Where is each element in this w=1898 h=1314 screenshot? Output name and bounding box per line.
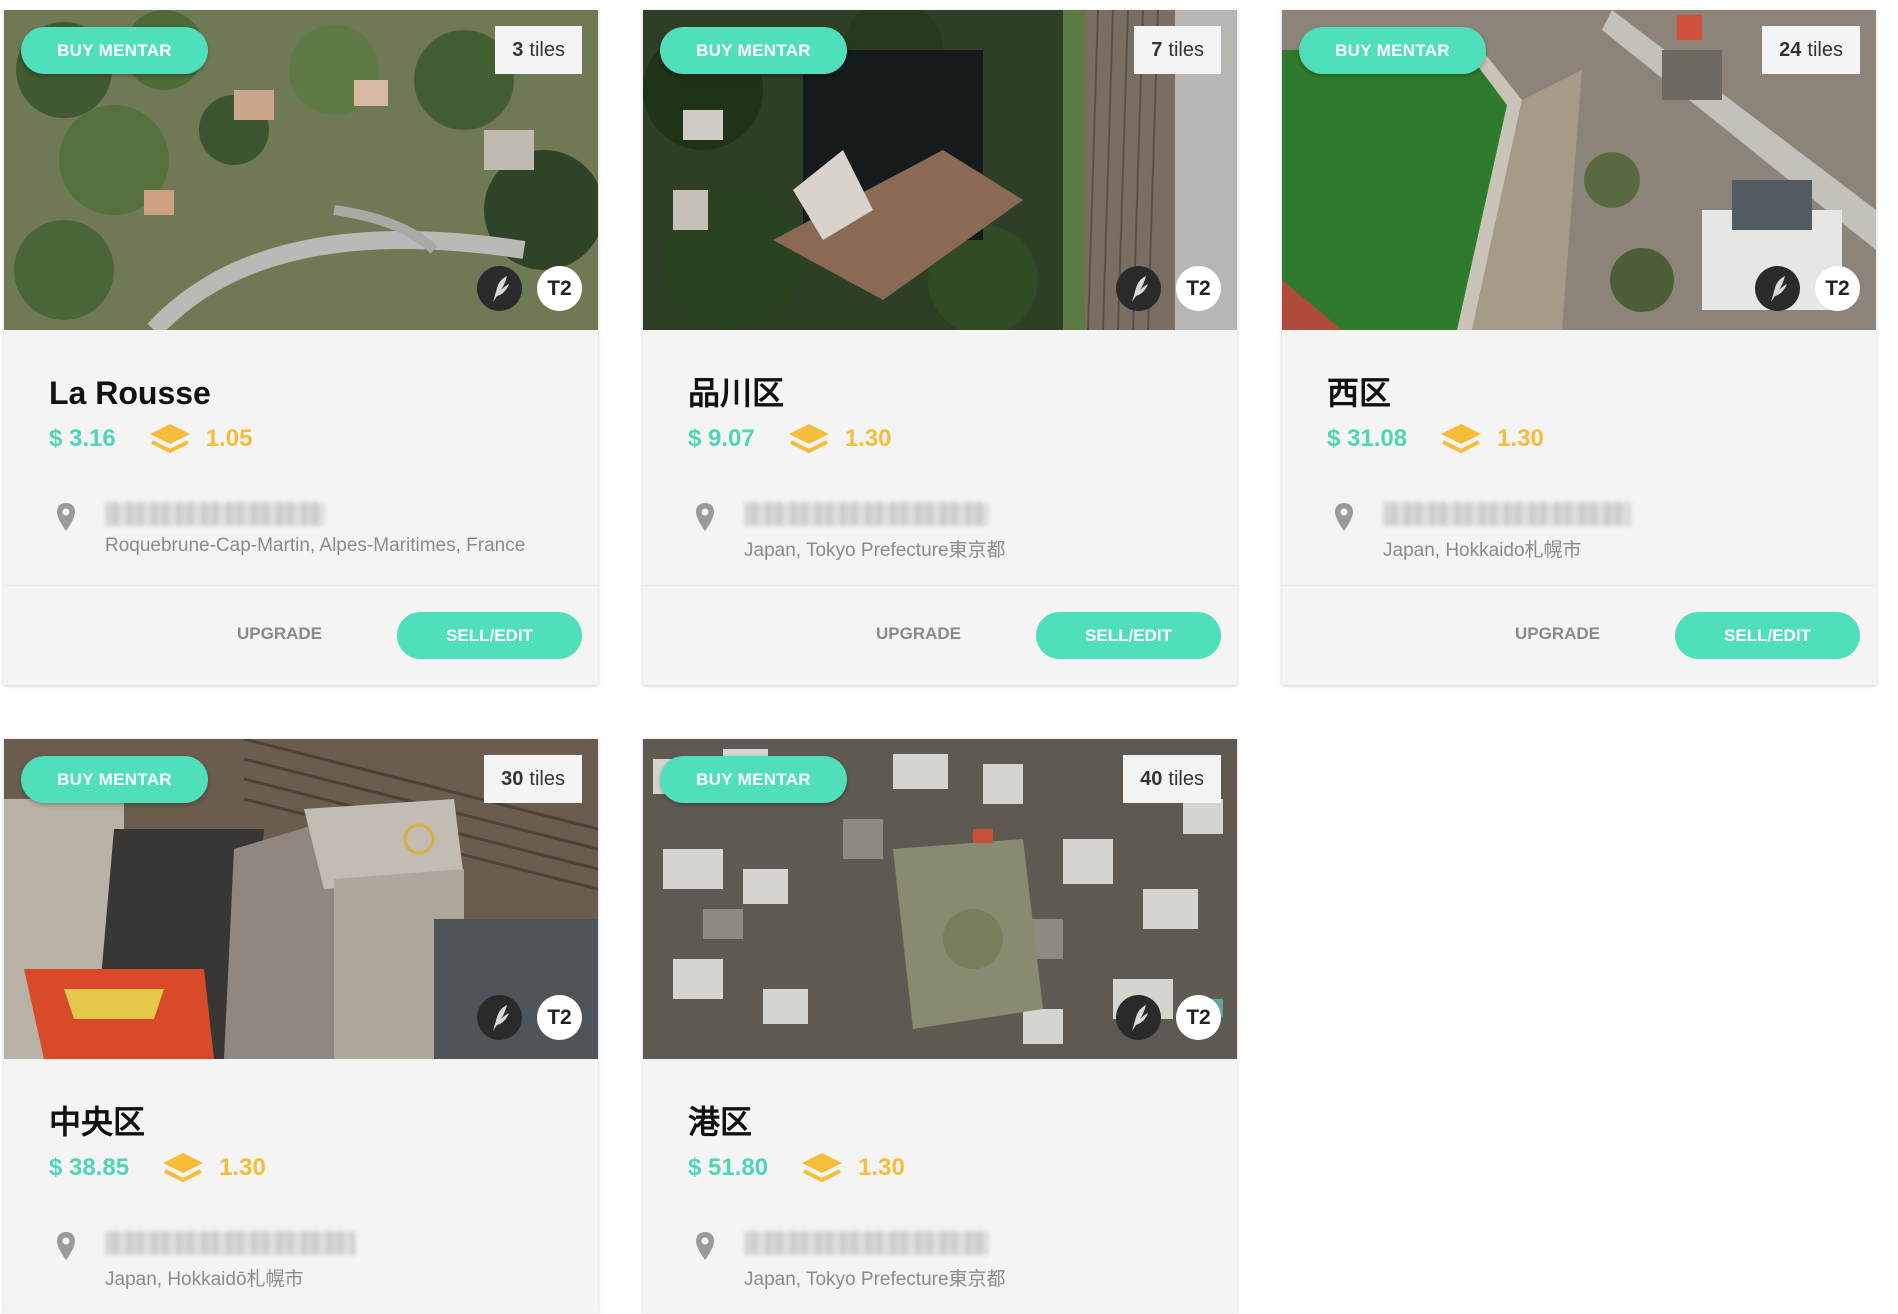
upgrade-button[interactable]: UPGRADE <box>231 623 328 645</box>
property-card[interactable]: BUY MENTAR 7 tiles T2 品川区 $ 9.07 1.30 Jap… <box>643 10 1237 685</box>
tiles-count: 24 <box>1779 38 1802 61</box>
price-value: $ 9.07 <box>688 425 755 452</box>
price-value: $ 31.08 <box>1327 425 1408 452</box>
location: Japan, Hokkaidō札幌市 <box>49 1214 553 1314</box>
redacted-address-line <box>744 502 989 526</box>
layers-icon <box>163 1153 204 1183</box>
sell-edit-button[interactable]: SELL/EDIT <box>1036 612 1221 659</box>
tier-badge: T2 <box>1176 995 1221 1040</box>
property-card[interactable]: BUY MENTAR 24 tiles T2 西区 $ 31.08 1.30 Ja… <box>1282 10 1876 685</box>
tiles-count: 3 <box>512 38 524 61</box>
quill-icon <box>1116 995 1161 1040</box>
tiles-unit: tiles <box>1807 38 1843 61</box>
location: Japan, Tokyo Prefecture東京都 <box>688 485 1192 585</box>
satellite-thumbnail[interactable]: BUY MENTAR 7 tiles T2 <box>643 10 1237 330</box>
property-title: 西区 <box>1327 375 1392 411</box>
property-title: 品川区 <box>688 375 785 411</box>
quill-icon <box>477 266 522 311</box>
address-text: Japan, Hokkaidō札幌市 <box>105 1269 304 1290</box>
price-value: $ 3.16 <box>49 425 116 452</box>
tiles-unit: tiles <box>1168 767 1204 790</box>
tiles-unit: tiles <box>529 38 565 61</box>
multiplier-value: 1.30 <box>858 1154 905 1181</box>
tier-badge: T2 <box>537 266 582 311</box>
tiles-count: 7 <box>1151 38 1163 61</box>
property-title: La Rousse <box>49 375 211 411</box>
sell-edit-button[interactable]: SELL/EDIT <box>397 612 582 659</box>
address-text: Japan, Tokyo Prefecture東京都 <box>744 1269 1006 1290</box>
tier-badge: T2 <box>1176 266 1221 311</box>
layers-icon <box>149 424 190 454</box>
quill-icon <box>477 995 522 1040</box>
price-value: $ 51.80 <box>688 1154 769 1181</box>
tiles-count-badge: 3 tiles <box>495 26 582 74</box>
map-pin-icon <box>1335 503 1353 531</box>
buy-mentar-button[interactable]: BUY MENTAR <box>21 27 208 74</box>
redacted-address-line <box>105 1231 355 1255</box>
multiplier-value: 1.30 <box>1497 425 1544 452</box>
property-card[interactable]: BUY MENTAR 30 tiles T2 中央区 $ 38.85 1.30 J… <box>4 739 598 1314</box>
multiplier-value: 1.30 <box>219 1154 266 1181</box>
buy-mentar-button[interactable]: BUY MENTAR <box>1299 27 1486 74</box>
multiplier-value: 1.05 <box>205 425 253 452</box>
map-pin-icon <box>57 503 75 531</box>
tier-badge: T2 <box>537 995 582 1040</box>
layers-icon <box>802 1153 843 1183</box>
map-pin-icon <box>57 1232 75 1260</box>
location: Roquebrune-Cap-Martin, Alpes-Maritimes, … <box>49 485 553 585</box>
upgrade-button[interactable]: UPGRADE <box>1509 623 1606 645</box>
location: Japan, Tokyo Prefecture東京都 <box>688 1214 1192 1314</box>
location: Japan, Hokkaido札幌市 <box>1327 485 1831 585</box>
address-text: Japan, Hokkaido札幌市 <box>1383 540 1582 561</box>
tiles-count-badge: 40 tiles <box>1123 755 1221 803</box>
buy-mentar-button[interactable]: BUY MENTAR <box>21 756 208 803</box>
quill-icon <box>1755 266 1800 311</box>
property-title: 中央区 <box>49 1104 146 1140</box>
property-title: 港区 <box>688 1104 753 1140</box>
tiles-count-badge: 7 tiles <box>1134 26 1221 74</box>
tiles-unit: tiles <box>1168 38 1204 61</box>
multiplier-value: 1.30 <box>844 425 892 452</box>
satellite-thumbnail[interactable]: BUY MENTAR 40 tiles T2 <box>643 739 1237 1059</box>
property-card[interactable]: BUY MENTAR 40 tiles T2 港区 $ 51.80 1.30 Ja… <box>643 739 1237 1314</box>
sell-edit-button[interactable]: SELL/EDIT <box>1675 612 1860 659</box>
price-value: $ 38.85 <box>49 1154 130 1181</box>
address-text: Japan, Tokyo Prefecture東京都 <box>744 540 1006 561</box>
address-text: Roquebrune-Cap-Martin, Alpes-Maritimes, … <box>105 535 526 556</box>
redacted-address-line <box>1383 502 1631 526</box>
layers-icon <box>1441 424 1482 454</box>
layers-icon <box>788 424 829 454</box>
tiles-count-badge: 30 tiles <box>484 755 582 803</box>
property-card[interactable]: BUY MENTAR 3 tiles T2 La Rousse $ 3.16 1.… <box>4 10 598 685</box>
satellite-thumbnail[interactable]: BUY MENTAR 24 tiles T2 <box>1282 10 1876 330</box>
map-pin-icon <box>696 1232 714 1260</box>
satellite-thumbnail[interactable]: BUY MENTAR 30 tiles T2 <box>4 739 598 1059</box>
tiles-count: 30 <box>501 767 524 790</box>
tier-badge: T2 <box>1815 266 1860 311</box>
redacted-address-line <box>744 1231 989 1255</box>
redacted-address-line <box>105 502 325 526</box>
tiles-count: 40 <box>1140 767 1163 790</box>
buy-mentar-button[interactable]: BUY MENTAR <box>660 27 847 74</box>
tiles-unit: tiles <box>529 767 565 790</box>
tiles-count-badge: 24 tiles <box>1762 26 1860 74</box>
map-pin-icon <box>696 503 714 531</box>
upgrade-button[interactable]: UPGRADE <box>870 623 967 645</box>
satellite-thumbnail[interactable]: BUY MENTAR 3 tiles T2 <box>4 10 598 330</box>
quill-icon <box>1116 266 1161 311</box>
buy-mentar-button[interactable]: BUY MENTAR <box>660 756 847 803</box>
